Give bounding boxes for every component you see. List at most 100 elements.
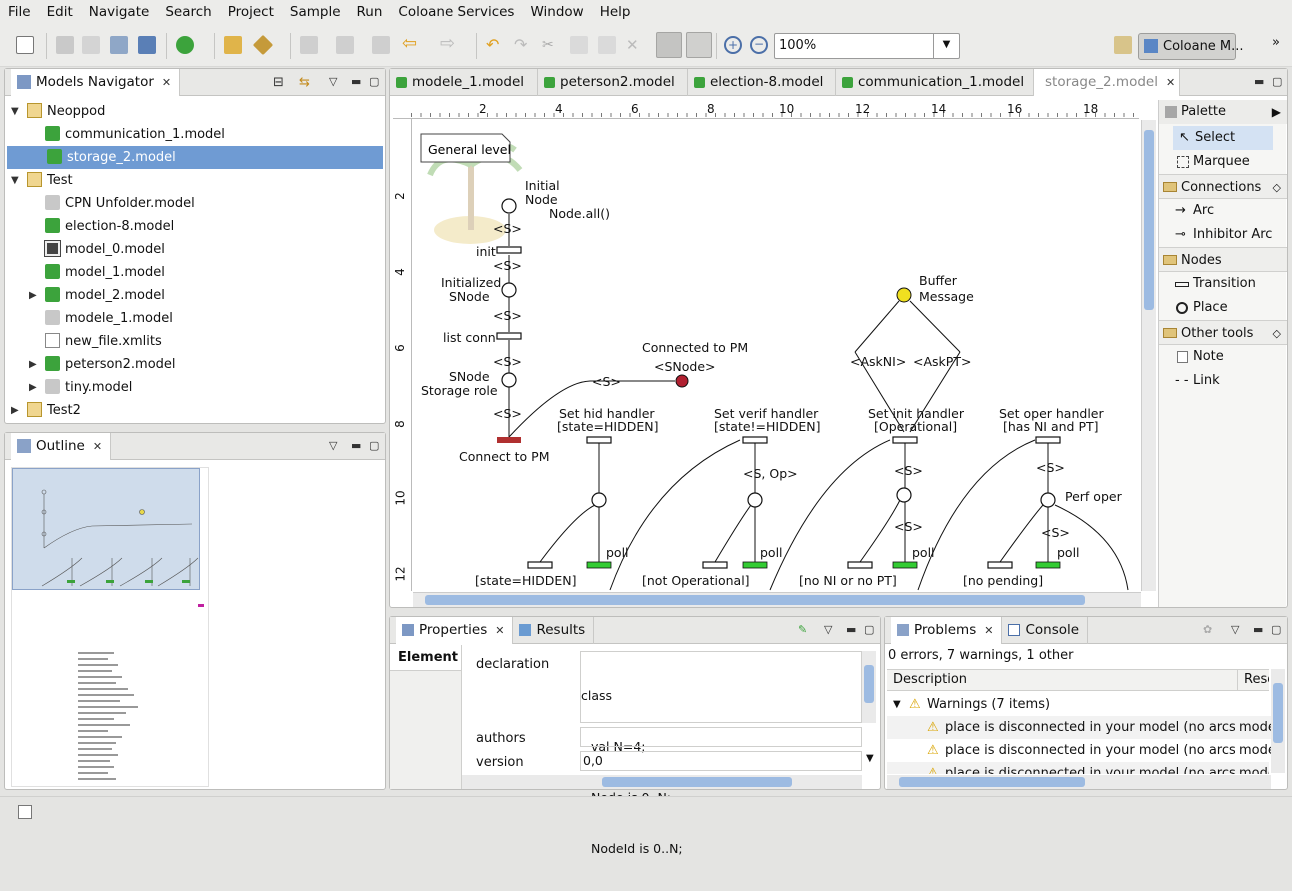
tool-note[interactable]: Note [1159,345,1287,369]
menu-help[interactable]: Help [592,0,639,25]
zoom-combo[interactable]: 100% ▼ [774,33,960,59]
transition-list-conn[interactable] [496,332,522,340]
maximize-icon[interactable]: ▢ [369,75,379,88]
tool-place[interactable]: Place [1159,296,1287,320]
distribute-icon[interactable] [336,36,354,54]
transition-connect-to-pm[interactable] [497,437,521,443]
close-icon[interactable]: ✕ [93,440,102,453]
place-initial-node[interactable] [501,198,517,214]
column-description[interactable]: Description [893,670,967,690]
version-field[interactable]: 0,0 [580,751,862,771]
tab-election-8[interactable]: election-8.model [688,68,836,96]
declaration-textarea[interactable]: class val N=4; Node is 0..N; NodeId is 0… [580,651,862,856]
expand-arrow-icon[interactable]: ▶ [29,353,37,376]
close-icon[interactable]: ✕ [495,624,504,637]
expand-arrow-icon[interactable]: ▼ [11,169,19,192]
tab-communication-1[interactable]: communication_1.model [836,68,1034,96]
tree-item-model-0[interactable]: model_0.model [5,238,383,261]
chevron-right-icon[interactable]: ▶ [1272,100,1281,124]
snap-grid-icon[interactable] [656,32,682,58]
collapse-all-icon[interactable]: ⊟ [273,75,284,90]
maximize-icon[interactable]: ▢ [369,439,379,452]
scrollbar-thumb[interactable] [1144,130,1154,310]
properties-h-scrollbar[interactable] [462,775,862,789]
redo-icon[interactable]: ↷ [514,36,532,54]
undo-icon[interactable]: ↶ [486,36,504,54]
tab-console[interactable]: Console [1002,616,1089,644]
drawer-connections[interactable]: Connections ◇ [1159,174,1287,199]
collapse-icon[interactable]: ◇ [1273,175,1281,200]
place-connected-to-pm[interactable] [675,374,689,388]
transition-poll[interactable] [892,561,918,569]
close-icon[interactable]: ✕ [162,76,171,89]
paste-icon[interactable] [598,36,616,54]
print-icon[interactable] [110,36,128,54]
place-initialized-snode[interactable] [501,282,517,298]
transition[interactable] [527,561,553,569]
menu-coloane-services[interactable]: Coloane Services [390,0,522,25]
tool-arc[interactable]: → Arc [1159,199,1287,223]
expand-arrow-icon[interactable]: ▼ [11,100,19,123]
vertical-scrollbar[interactable] [1141,120,1156,591]
collapse-icon[interactable]: ◇ [1273,321,1281,346]
view-menu-icon[interactable]: ▽ [824,623,832,636]
undo-last-icon[interactable] [372,36,390,54]
tree-item-tiny[interactable]: ▶ tiny.model [5,376,383,399]
expand-arrow-icon[interactable]: ▶ [29,376,37,399]
minimize-icon[interactable]: ▬ [846,623,856,636]
save-icon[interactable] [56,36,74,54]
new-icon[interactable] [16,36,34,54]
drawer-nodes[interactable]: Nodes [1159,247,1287,272]
transition-set-verif-handler[interactable] [742,436,768,444]
view-menu-icon[interactable]: ▽ [329,75,337,88]
problems-v-scrollbar[interactable] [1271,669,1285,773]
tree-item-test[interactable]: ▼ Test [5,169,383,192]
drawer-other-tools[interactable]: Other tools ◇ [1159,320,1287,345]
place-buffer-message[interactable] [896,287,912,303]
tab-peterson2[interactable]: peterson2.model [538,68,688,96]
transition[interactable] [702,561,728,569]
tool-icon[interactable] [252,34,274,56]
authors-field[interactable] [580,727,862,747]
outline-thumbnail[interactable] [11,467,209,787]
place-perf-oper[interactable] [1040,492,1056,508]
tab-models-navigator[interactable]: Models Navigator ✕ [11,68,181,96]
minimize-icon[interactable]: ▬ [1254,75,1264,88]
problems-h-scrollbar[interactable] [887,775,1271,789]
tool-inhibitor-arc[interactable]: ⊸ Inhibitor Arc [1159,223,1287,247]
view-menu-icon[interactable]: ▽ [329,439,337,452]
transition-set-init-handler[interactable] [892,436,918,444]
tool-link[interactable]: - - Link [1159,369,1287,393]
minimize-icon[interactable]: ▬ [351,75,361,88]
tab-results[interactable]: Results [513,616,595,644]
tree-item-test2[interactable]: ▶ Test2 [5,399,383,422]
menu-project[interactable]: Project [220,0,282,25]
tree-item-model-2[interactable]: ▶ model_2.model [5,284,383,307]
chevron-down-icon[interactable]: ▼ [933,34,959,58]
transition-init[interactable] [496,246,522,254]
tree-item-communication-1[interactable]: communication_1.model [5,123,383,146]
menu-window[interactable]: Window [522,0,591,25]
zoom-out-icon[interactable]: − [750,36,768,54]
expand-arrow-icon[interactable]: ▼ [893,693,901,716]
tab-outline[interactable]: Outline ✕ [11,432,112,460]
transition-poll[interactable] [742,561,768,569]
column-resource[interactable]: Resou [1237,670,1269,690]
minimize-icon[interactable]: ▬ [351,439,361,452]
horizontal-scrollbar[interactable] [413,592,1141,607]
palette-header[interactable]: Palette ▶ [1159,100,1287,124]
general-level-note[interactable]: General level [420,133,511,163]
transition-poll[interactable] [1035,561,1061,569]
scrollbar-thumb[interactable] [425,595,1085,605]
tree-item-model-1[interactable]: model_1.model [5,261,383,284]
place-storage-role[interactable] [501,372,517,388]
save-all-icon[interactable] [82,36,100,54]
copy-icon[interactable] [570,36,588,54]
back-arrow-icon[interactable]: ⇦ [402,35,420,54]
run-icon[interactable] [176,36,194,54]
tree-item-peterson2[interactable]: ▶ peterson2.model [5,353,383,376]
maximize-icon[interactable]: ▢ [1271,623,1281,636]
place[interactable] [591,492,607,508]
menu-navigate[interactable]: Navigate [81,0,158,25]
tab-properties[interactable]: Properties ✕ [396,616,514,644]
